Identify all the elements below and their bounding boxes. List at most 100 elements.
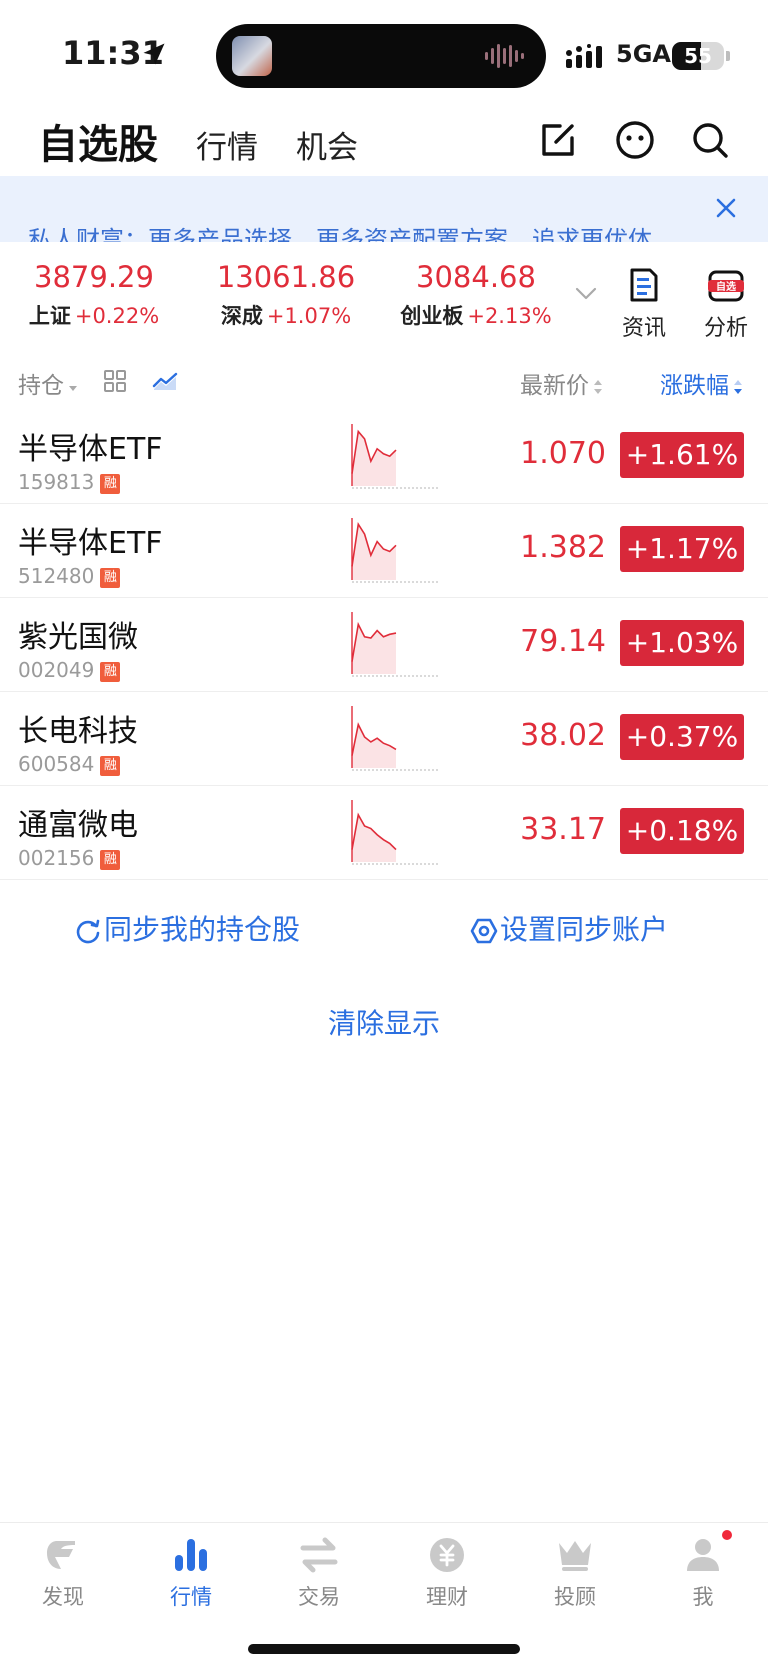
grid-view-icon[interactable] xyxy=(104,370,126,392)
top-nav: 自选股 行情 机会 xyxy=(0,110,768,176)
home-indicator[interactable] xyxy=(248,1644,520,1654)
wealth-icon xyxy=(430,1538,464,1572)
chat-bot-icon[interactable] xyxy=(613,118,657,162)
price-column-label: 最新价 xyxy=(520,373,589,399)
change-chip[interactable]: +0.18% xyxy=(620,808,744,854)
tab-market[interactable]: 行情 xyxy=(196,122,258,167)
tab-market-bottom[interactable]: 行情 xyxy=(146,1533,236,1611)
sparkline-area xyxy=(352,431,396,486)
stock-price: 33.17 xyxy=(520,812,606,847)
sparkline-chart xyxy=(351,706,438,771)
sparkline-chart xyxy=(351,424,438,489)
profile-icon xyxy=(687,1539,719,1571)
stock-row[interactable]: 通富微电 002156 融 33.17 +0.18% xyxy=(0,786,768,880)
tab-profile[interactable]: 我 xyxy=(658,1533,748,1611)
stock-row[interactable]: 紫光国微 002049 融 79.14 +1.03% xyxy=(0,598,768,692)
dropdown-caret-icon xyxy=(69,385,77,391)
market-icon xyxy=(175,1539,207,1571)
stock-code: 600584 xyxy=(18,752,95,776)
index-strip: 3879.29 上证 +0.22% 13061.86 深成 +1.07% 3084.… xyxy=(0,242,768,342)
sync-holdings-label: 同步我的持仓股 xyxy=(104,913,301,946)
stock-name: 半导体ETF xyxy=(18,432,163,467)
settings-icon xyxy=(470,918,498,944)
sync-holdings-button[interactable]: 同步我的持仓股 xyxy=(74,908,300,948)
status-bar: 11:31 5GA 55 xyxy=(0,0,768,110)
change-chip[interactable]: +1.03% xyxy=(620,620,744,666)
sync-account-label: 设置同步账户 xyxy=(500,913,669,946)
news-icon xyxy=(630,268,658,302)
analysis-button[interactable]: 自选 分析 xyxy=(696,266,756,342)
stock-code: 002049 xyxy=(18,658,95,682)
index-value: 13061.86 xyxy=(216,260,356,294)
change-sort[interactable]: 涨跌幅 xyxy=(660,366,743,400)
promo-banner[interactable]: 私人财富：更多产品选择，更多资产配置方案，追求更优体 xyxy=(0,176,768,242)
index-name: 上证 xyxy=(28,304,71,328)
tab-wealth[interactable]: 理财 xyxy=(402,1533,492,1611)
stock-row[interactable]: 长电科技 600584 融 38.02 +0.37% xyxy=(0,692,768,786)
sparkline-area xyxy=(352,624,396,674)
now-playing-thumbnail xyxy=(232,36,272,76)
advisor-icon xyxy=(559,1541,591,1571)
index-change: +2.13% xyxy=(467,304,552,328)
watchlist-analysis-icon: 自选 xyxy=(708,270,744,302)
change-column-label: 涨跌幅 xyxy=(660,373,729,399)
change-chip[interactable]: +1.17% xyxy=(620,526,744,572)
tab-label: 投顾 xyxy=(554,1585,596,1609)
dynamic-island[interactable] xyxy=(216,24,546,88)
change-chip[interactable]: +1.61% xyxy=(620,432,744,478)
stock-name: 通富微电 xyxy=(18,808,138,843)
index-chinext[interactable]: 3084.68 创业板 +2.13% xyxy=(386,260,566,330)
sort-icon xyxy=(594,379,602,394)
index-shenzhen[interactable]: 13061.86 深成 +1.07% xyxy=(196,260,376,330)
stock-code: 512480 xyxy=(18,564,95,588)
location-arrow-icon xyxy=(143,43,165,65)
stock-row[interactable]: 半导体ETF 159813 融 1.070 +1.61% xyxy=(0,410,768,504)
trend-chart-toggle-icon[interactable] xyxy=(152,370,178,392)
tab-label: 行情 xyxy=(170,1585,212,1609)
clear-display-button[interactable]: 清除显示 xyxy=(0,1002,768,1042)
stock-code: 002156 xyxy=(18,846,95,870)
battery-tip xyxy=(726,51,730,61)
index-value: 3879.29 xyxy=(34,260,154,294)
sync-account-button[interactable]: 设置同步账户 xyxy=(470,908,668,948)
index-change: +1.07% xyxy=(266,304,352,328)
discover-icon xyxy=(47,1541,75,1569)
price-sort[interactable]: 最新价 xyxy=(520,366,603,400)
chevron-down-icon[interactable] xyxy=(574,286,598,302)
tab-trade[interactable]: 交易 xyxy=(274,1533,364,1611)
margin-badge: 融 xyxy=(100,755,121,776)
tab-label: 发现 xyxy=(42,1585,84,1609)
holdings-label: 持仓 xyxy=(18,373,64,399)
margin-badge: 融 xyxy=(100,849,121,870)
sort-desc-icon xyxy=(734,379,742,394)
holdings-filter[interactable]: 持仓 xyxy=(18,366,78,400)
index-value: 3084.68 xyxy=(416,260,536,294)
bottom-tab-bar: 发现 行情 交易 理财 投顾 我 xyxy=(0,1522,768,1628)
page-title[interactable]: 自选股 xyxy=(38,112,158,170)
tab-label: 理财 xyxy=(426,1585,468,1609)
stock-price: 1.070 xyxy=(520,436,606,471)
news-button[interactable]: 资讯 xyxy=(614,266,674,342)
index-shanghai[interactable]: 3879.29 上证 +0.22% xyxy=(4,260,184,330)
margin-badge: 融 xyxy=(100,473,121,494)
tab-discover[interactable]: 发现 xyxy=(18,1533,108,1611)
tab-advisor[interactable]: 投顾 xyxy=(530,1533,620,1611)
list-header: 持仓 最新价 涨跌幅 xyxy=(0,358,768,406)
tab-label: 我 xyxy=(692,1585,714,1609)
edit-icon[interactable] xyxy=(536,118,580,162)
battery-percent: 55 xyxy=(684,44,712,68)
stock-price: 38.02 xyxy=(520,718,606,753)
index-name: 深成 xyxy=(220,304,263,328)
stock-code: 159813 xyxy=(18,470,95,494)
close-icon[interactable] xyxy=(712,194,740,222)
network-type: 5GA xyxy=(616,40,671,68)
stock-row[interactable]: 半导体ETF 512480 融 1.382 +1.17% xyxy=(0,504,768,598)
banner-text: 私人财富：更多产品选择，更多资产配置方案，追求更优体 xyxy=(28,226,652,242)
stock-price: 1.382 xyxy=(520,530,606,565)
change-chip[interactable]: +0.37% xyxy=(620,714,744,760)
sparkline-area xyxy=(352,814,396,862)
search-icon[interactable] xyxy=(688,118,732,162)
tab-opportunity[interactable]: 机会 xyxy=(296,122,358,167)
sparkline-chart xyxy=(351,518,438,583)
sparkline-chart xyxy=(351,800,438,865)
